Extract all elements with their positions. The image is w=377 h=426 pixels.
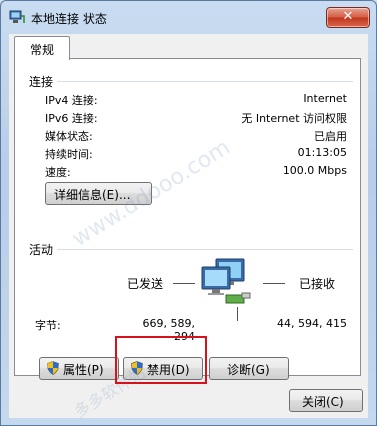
network-icon (9, 10, 25, 23)
duration-label: 持续时间: (45, 148, 93, 161)
section-divider (57, 249, 353, 250)
title-bar[interactable]: 本地连接 状态 ✕ (1, 1, 376, 33)
uac-shield-icon (47, 361, 59, 375)
network-computers-icon (201, 258, 251, 304)
sent-label: 已发送 (127, 277, 164, 291)
status-window: 本地连接 状态 ✕ 常规 连接 IPv4 连接: Internet IPv6 连… (0, 0, 377, 426)
ipv6-label: IPv6 连接: (45, 112, 98, 125)
close-window-button[interactable]: ✕ (326, 7, 370, 28)
tab-label: 常规 (29, 43, 54, 57)
connection-section-title: 连接 (29, 75, 54, 89)
close-button[interactable]: 关闭(C) (289, 389, 363, 412)
ipv4-label: IPv4 连接: (45, 94, 98, 107)
network-cable-line (237, 307, 238, 321)
activity-section-title: 活动 (29, 243, 54, 257)
highlight-box (115, 336, 207, 384)
ipv4-value: Internet (303, 92, 347, 105)
window-title: 本地连接 状态 (31, 12, 107, 26)
bytes-label: 字节: (35, 319, 61, 332)
section-divider (57, 81, 353, 82)
media-state-value: 已启用 (314, 130, 347, 143)
tab-panel-general: 连接 IPv4 连接: Internet IPv6 连接: 无 Internet… (14, 58, 361, 380)
close-button-label: 关闭(C) (302, 395, 344, 409)
diagnose-button-label: 诊断(G) (227, 363, 270, 377)
properties-button-label: 属性(P) (63, 363, 104, 377)
received-connector-line (263, 283, 285, 284)
sent-connector-line (173, 283, 195, 284)
media-state-label: 媒体状态: (45, 130, 93, 143)
diagnose-button[interactable]: 诊断(G) (209, 357, 289, 380)
received-label: 已接收 (299, 277, 336, 291)
ipv6-value: 无 Internet 访问权限 (241, 112, 347, 125)
bytes-received-value: 44, 594, 415 (277, 317, 347, 330)
duration-value: 01:13:05 (297, 146, 347, 159)
close-icon: ✕ (342, 9, 354, 24)
tab-general[interactable]: 常规 (14, 36, 70, 60)
speed-value: 100.0 Mbps (282, 164, 347, 177)
speed-label: 速度: (45, 166, 71, 179)
